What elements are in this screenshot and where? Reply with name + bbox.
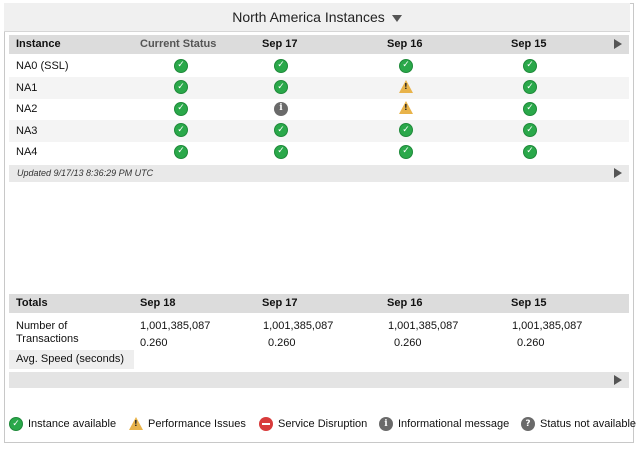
chevron-down-icon[interactable] — [391, 14, 402, 22]
col-sep16: Sep 16 — [387, 297, 423, 309]
transactions-sep17: 1,001,385,087 — [263, 320, 334, 332]
updated-timestamp: Updated 9/17/13 8:36:29 PM UTC — [17, 168, 154, 178]
col-current-status: Current Status — [140, 38, 217, 50]
region-selector[interactable]: North America Instances — [4, 3, 630, 32]
status-cell[interactable]: ✓ — [399, 123, 413, 137]
check-circle-icon: ✓ — [174, 80, 188, 94]
transactions-sep18: 1,001,385,087 — [140, 320, 211, 332]
status-cell[interactable]: ! — [399, 101, 413, 115]
legend-not-available: ? Status not available — [521, 417, 636, 431]
speed-sep17: 0.260 — [268, 337, 296, 349]
status-cell[interactable]: ✓ — [523, 101, 537, 116]
instance-name: NA4 — [16, 146, 38, 158]
legend-disruption-label: Service Disruption — [278, 418, 368, 430]
info-circle-icon: i — [274, 101, 288, 116]
table-row: NA3 ✓ ✓ ✓ ✓ — [9, 119, 629, 142]
totals-table-header: Totals Sep 18 Sep 17 Sep 16 Sep 15 — [9, 294, 629, 313]
table-row: NA4 ✓ ✓ ✓ ✓ — [9, 141, 629, 163]
check-circle-icon: ✓ — [274, 144, 288, 159]
status-legend: ✓ Instance available ! Performance Issue… — [9, 417, 639, 433]
legend-informational-label: Informational message — [398, 418, 510, 430]
legend-performance-label: Performance Issues — [148, 417, 246, 430]
col-sep15: Sep 15 — [511, 297, 547, 309]
table-row: NA2 ✓ i! ✓ — [9, 98, 629, 120]
status-cell[interactable]: ✓ — [523, 144, 537, 159]
instance-name: NA3 — [16, 124, 38, 137]
status-cell[interactable]: ✓ — [274, 123, 288, 137]
status-cell[interactable]: ✓ — [274, 80, 288, 94]
status-cell[interactable]: ✓ — [274, 58, 288, 73]
col-instance: Instance — [16, 38, 61, 50]
status-cell[interactable]: ✓ — [174, 58, 188, 73]
check-circle-icon: ✓ — [174, 101, 188, 116]
transactions-sep15: 1,001,385,087 — [512, 320, 583, 332]
info-circle-icon: i — [379, 417, 393, 431]
speed-sep15: 0.260 — [517, 337, 545, 349]
status-cell[interactable]: ✓ — [174, 144, 188, 159]
status-cell[interactable]: i — [274, 101, 288, 116]
check-circle-icon: ✓ — [9, 417, 23, 431]
status-cell[interactable]: ! — [399, 79, 413, 94]
col-sep17: Sep 17 — [262, 38, 298, 50]
col-sep17: Sep 17 — [262, 297, 298, 309]
status-cell[interactable]: ✓ — [174, 101, 188, 116]
legend-available-label: Instance available — [28, 418, 117, 430]
legend-not-available-label: Status not available — [540, 418, 637, 430]
status-cell[interactable]: ✓ — [399, 58, 413, 73]
check-circle-icon: ✓ — [399, 58, 413, 73]
check-circle-icon: ✓ — [274, 123, 288, 137]
col-totals: Totals — [16, 297, 48, 309]
warning-triangle-icon: ! — [129, 417, 143, 430]
legend-available: ✓ Instance available — [9, 417, 116, 431]
col-sep15: Sep 15 — [511, 38, 547, 50]
region-title: North America Instances — [232, 9, 385, 25]
legend-performance: ! Performance Issues — [129, 417, 246, 430]
check-circle-icon: ✓ — [523, 101, 537, 116]
transactions-label: Number of Transactions — [16, 320, 79, 345]
speed-sep16: 0.260 — [394, 337, 422, 349]
check-circle-icon: ✓ — [399, 144, 413, 159]
col-sep18: Sep 18 — [140, 297, 176, 309]
updated-bar: Updated 9/17/13 8:36:29 PM UTC — [9, 165, 629, 182]
legend-disruption: Service Disruption — [259, 417, 367, 431]
check-circle-icon: ✓ — [523, 123, 537, 137]
status-cell[interactable]: ✓ — [174, 123, 188, 137]
check-circle-icon: ✓ — [174, 58, 188, 73]
minus-circle-icon — [259, 417, 273, 431]
next-arrow-icon[interactable] — [614, 375, 622, 385]
totals-nav-bar — [9, 372, 629, 388]
status-cell[interactable]: ✓ — [274, 144, 288, 159]
table-row: NA1 ✓ ✓! ✓ — [9, 76, 629, 99]
next-arrow-icon[interactable] — [614, 168, 622, 178]
check-circle-icon: ✓ — [523, 80, 537, 94]
warning-triangle-icon: ! — [399, 101, 413, 114]
question-circle-icon: ? — [521, 417, 535, 431]
legend-informational: i Informational message — [379, 417, 509, 431]
instance-name: NA1 — [16, 81, 38, 94]
check-circle-icon: ✓ — [274, 80, 288, 94]
check-circle-icon: ✓ — [174, 123, 188, 137]
speed-sep18: 0.260 — [140, 337, 168, 349]
avg-speed-row: Avg. Speed (seconds) — [9, 350, 629, 369]
status-cell[interactable]: ✓ — [523, 58, 537, 73]
status-cell[interactable]: ✓ — [523, 123, 537, 137]
instance-name: NA0 (SSL) — [16, 60, 69, 72]
status-cell[interactable]: ✓ — [174, 80, 188, 94]
instance-name: NA2 — [16, 103, 38, 115]
transactions-sep16: 1,001,385,087 — [388, 320, 459, 332]
check-circle-icon: ✓ — [399, 123, 413, 137]
status-cell[interactable]: ✓ — [523, 80, 537, 94]
warning-triangle-icon: ! — [399, 79, 413, 93]
table-row: NA0 (SSL) ✓ ✓ ✓ ✓ — [9, 55, 629, 77]
col-sep16: Sep 16 — [387, 38, 423, 50]
status-table-header: Instance Current Status Sep 17 Sep 16 Se… — [9, 35, 629, 54]
status-cell[interactable]: ✓ — [399, 144, 413, 159]
check-circle-icon: ✓ — [523, 58, 537, 73]
avg-speed-label: Avg. Speed (seconds) — [16, 353, 125, 365]
check-circle-icon: ✓ — [274, 58, 288, 73]
check-circle-icon: ✓ — [174, 144, 188, 159]
check-circle-icon: ✓ — [523, 144, 537, 159]
next-arrow-icon[interactable] — [614, 39, 622, 49]
